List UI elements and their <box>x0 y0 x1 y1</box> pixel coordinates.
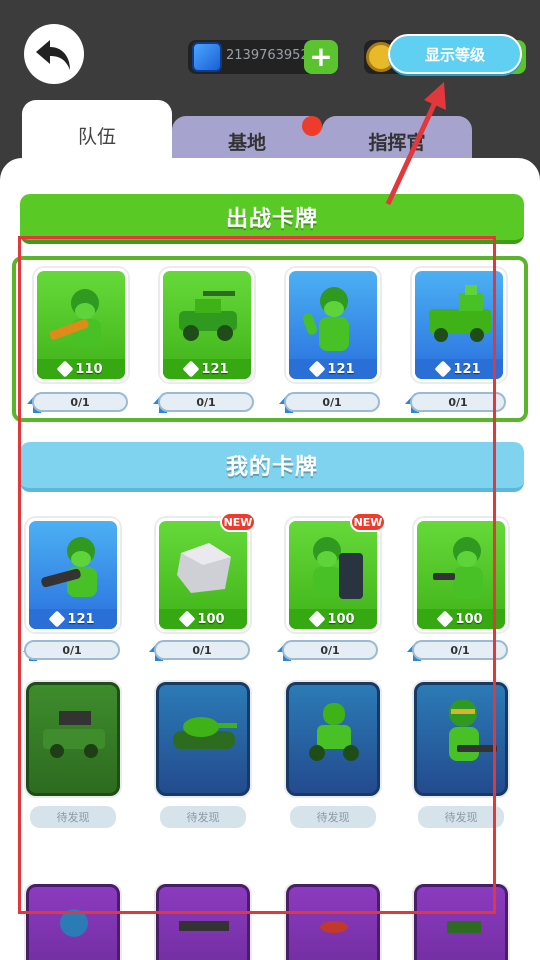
battle-cards-header: 出战卡牌 <box>20 194 524 244</box>
soldier-gunner-icon <box>449 699 497 761</box>
card-power: 121 <box>415 359 503 379</box>
cannon-icon <box>179 921 229 931</box>
team-panel: 出战卡牌 110 121 121 121 0/1 0/1 0/1 0/1 我的卡… <box>0 158 540 960</box>
my-cards-header: 我的卡牌 <box>20 442 524 492</box>
truck-icon <box>447 921 481 933</box>
show-level-button[interactable]: 显示等级 <box>388 34 522 74</box>
new-badge: NEW <box>350 512 386 532</box>
soldier-icon <box>60 909 88 937</box>
battle-card-3[interactable]: 121 <box>286 268 380 382</box>
card-progress: 0/1 <box>32 392 128 412</box>
power-icon <box>308 360 326 378</box>
undiscovered-label: 待发现 <box>160 806 246 828</box>
add-gems-button[interactable]: + <box>304 40 338 74</box>
card-progress: 0/1 <box>410 392 506 412</box>
new-badge: NEW <box>220 512 256 532</box>
locked-card-3[interactable] <box>286 682 380 796</box>
soldier-bazooka-icon <box>41 537 97 597</box>
my-card-1[interactable]: 121 <box>26 518 120 632</box>
gem-value: 2139763952 <box>226 48 309 63</box>
gem-icon <box>192 42 222 72</box>
my-card-4[interactable]: 100 <box>414 518 508 632</box>
back-arrow-icon <box>36 40 70 70</box>
card-power: 121 <box>289 359 377 379</box>
undiscovered-label: 待发现 <box>290 806 376 828</box>
power-icon <box>308 610 326 628</box>
card-power: 100 <box>289 609 377 629</box>
power-icon <box>178 610 196 628</box>
card-power: 100 <box>159 609 247 629</box>
gem-counter: 2139763952 + <box>188 40 338 74</box>
my-card-2[interactable]: 100 <box>156 518 250 632</box>
back-button[interactable] <box>24 24 84 84</box>
card-power: 100 <box>417 609 505 629</box>
armored-truck-icon <box>429 285 491 342</box>
stone-block-icon <box>177 543 231 593</box>
locked-card-5[interactable] <box>26 884 120 960</box>
soldier-pistol-icon <box>433 537 483 599</box>
locked-card-4[interactable] <box>414 682 508 796</box>
card-progress: 0/1 <box>158 392 254 412</box>
undiscovered-label: 待发现 <box>30 806 116 828</box>
my-card-3[interactable]: 100 <box>286 518 380 632</box>
soldier-shield-icon <box>313 537 363 599</box>
battle-card-2[interactable]: 121 <box>160 268 254 382</box>
power-icon <box>48 610 66 628</box>
card-progress: 0/1 <box>284 392 380 412</box>
locked-card-7[interactable] <box>286 884 380 960</box>
power-icon <box>434 360 452 378</box>
battle-card-4[interactable]: 121 <box>412 268 506 382</box>
vehicle-icon <box>320 921 348 933</box>
robot-icon <box>309 703 359 761</box>
undiscovered-label: 待发现 <box>418 806 504 828</box>
card-progress: 0/1 <box>154 640 250 660</box>
card-power: 121 <box>29 609 117 629</box>
card-power: 121 <box>163 359 251 379</box>
battle-card-1[interactable]: 110 <box>34 268 128 382</box>
tab-team[interactable]: 队伍 <box>22 100 172 170</box>
locked-card-2[interactable] <box>156 682 250 796</box>
jeep-icon <box>179 291 237 341</box>
card-power: 110 <box>37 359 125 379</box>
missile-truck-icon <box>43 711 105 758</box>
tank-icon <box>173 717 237 749</box>
locked-card-8[interactable] <box>414 884 508 960</box>
card-progress: 0/1 <box>282 640 378 660</box>
locked-card-6[interactable] <box>156 884 250 960</box>
power-icon <box>56 360 74 378</box>
soldier-bazooka-icon <box>49 289 101 347</box>
locked-card-1[interactable] <box>26 682 120 796</box>
card-progress: 0/1 <box>412 640 508 660</box>
soldier-wave-icon <box>302 287 349 351</box>
power-icon <box>182 360 200 378</box>
card-progress: 0/1 <box>24 640 120 660</box>
partial-card-row <box>0 884 540 960</box>
notification-dot <box>302 116 322 136</box>
power-icon <box>436 610 454 628</box>
